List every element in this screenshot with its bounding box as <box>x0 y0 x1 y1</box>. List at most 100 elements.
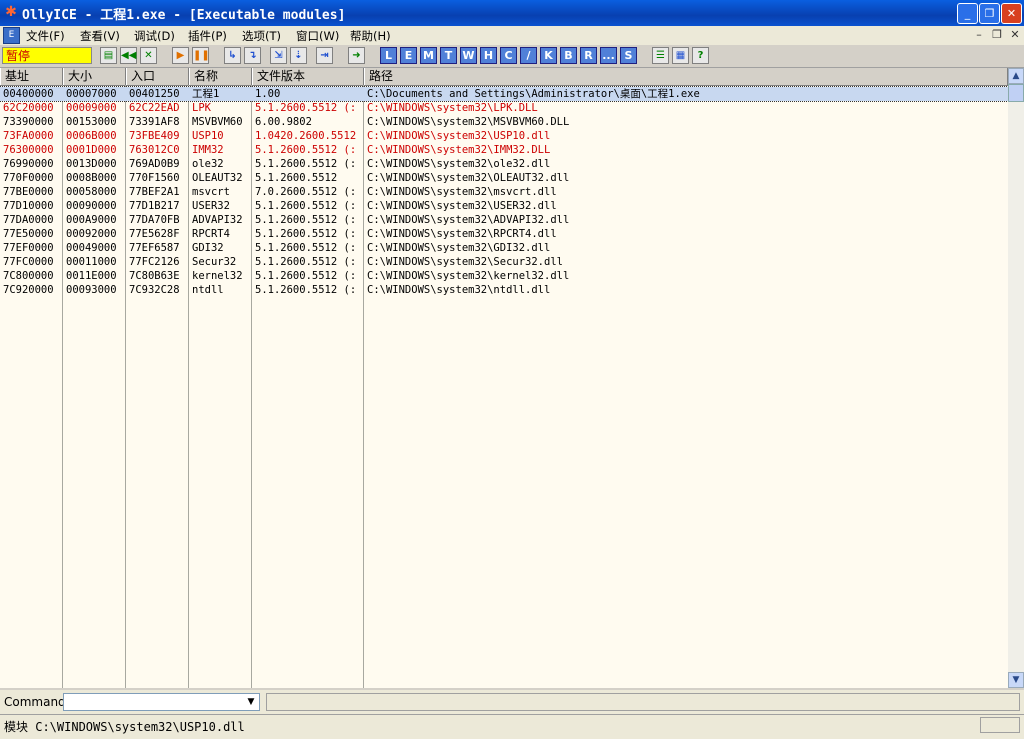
cell-name: USER32 <box>192 200 230 212</box>
menu-debug[interactable]: 调试(D) <box>134 28 175 44</box>
open-file-icon[interactable]: ▤ <box>100 47 117 64</box>
cell-name: MSVBVM60 <box>192 116 243 128</box>
module-row[interactable]: 77E50000 00092000 77E5628F RPCRT4 5.1.2600.5… <box>0 227 1008 241</box>
column-header-name[interactable]: 名称 <box>189 68 252 85</box>
menu-options[interactable]: 选项(T) <box>242 28 281 44</box>
module-row[interactable]: 77DA0000 000A9000 77DA70FB ADVAPI32 5.1.2600… <box>0 213 1008 227</box>
pause-icon[interactable]: ❚❚ <box>192 47 210 64</box>
handles-window-button[interactable]: H <box>480 47 497 64</box>
cell-name: ADVAPI32 <box>192 214 243 226</box>
modules-window-button[interactable]: E <box>400 47 417 64</box>
cell-size: 0008B000 <box>66 172 117 184</box>
menu-file[interactable]: 文件(F) <box>26 28 65 44</box>
cell-path: C:\WINDOWS\system32\kernel32.dll <box>367 270 570 282</box>
cell-version: 5.1.2600.5512 (: <box>255 270 357 282</box>
cell-version: 5.1.2600.5512 <box>255 172 338 184</box>
cell-path: C:\WINDOWS\system32\ole32.dll <box>367 158 551 170</box>
scroll-thumb[interactable] <box>1008 84 1024 102</box>
cpu-window-button[interactable]: C <box>500 47 517 64</box>
cell-base: 62C20000 <box>3 102 54 114</box>
threads-window-button[interactable]: T <box>440 47 457 64</box>
run-icon[interactable]: ▶ <box>172 47 189 64</box>
module-row[interactable]: 76300000 0001D000 763012C0 IMM32 5.1.2600.55… <box>0 143 1008 157</box>
minimize-window-button[interactable]: _ <box>957 3 978 24</box>
scroll-down-icon[interactable]: ▼ <box>1008 672 1024 688</box>
cell-size: 00090000 <box>66 200 117 212</box>
cell-version: 5.1.2600.5512 (: <box>255 242 357 254</box>
debugger-state-indicator: 暂停 <box>2 47 92 64</box>
step-into-icon[interactable]: ↳ <box>224 47 241 64</box>
app-system-menu-icon[interactable]: E <box>3 27 20 44</box>
restart-icon[interactable]: ◀◀ <box>120 47 137 64</box>
modules-list[interactable]: 基址 大小 入口 名称 文件版本 路径 00400000 00007000 0040… <box>0 68 1009 688</box>
execute-till-return-icon[interactable]: ⇥ <box>316 47 333 64</box>
close-window-button[interactable]: ✕ <box>1001 3 1022 24</box>
cell-entry: 77E5628F <box>129 228 180 240</box>
vertical-scrollbar[interactable]: ▲ ▼ <box>1008 68 1024 688</box>
restore-window-button[interactable]: ❐ <box>979 3 1000 24</box>
module-row[interactable]: 73FA0000 0006B000 73FBE409 USP10 1.0420.2600… <box>0 129 1008 143</box>
memory-window-button[interactable]: M <box>420 47 437 64</box>
options-icon[interactable]: ▦ <box>672 47 689 64</box>
cell-name: RPCRT4 <box>192 228 230 240</box>
goto-user-code-icon[interactable]: ➜ <box>348 47 365 64</box>
cell-version: 5.1.2600.5512 (: <box>255 256 357 268</box>
module-row[interactable]: 7C920000 00093000 7C932C28 ntdll 5.1.2600.55… <box>0 283 1008 297</box>
module-row[interactable]: 73390000 00153000 73391AF8 MSVBVM60 6.00.980… <box>0 115 1008 129</box>
scroll-up-icon[interactable]: ▲ <box>1008 68 1024 84</box>
cell-name: LPK <box>192 102 211 114</box>
column-header-size[interactable]: 大小 <box>63 68 126 85</box>
run-trace-window-button[interactable]: ... <box>600 47 617 64</box>
windows-window-button[interactable]: W <box>460 47 477 64</box>
menu-help[interactable]: 帮助(H) <box>350 28 391 44</box>
list-header: 基址 大小 入口 名称 文件版本 路径 <box>0 68 1008 86</box>
module-row[interactable]: 62C20000 00009000 62C22EAD LPK 5.1.2600.5512… <box>0 101 1008 115</box>
help-icon[interactable]: ? <box>692 47 709 64</box>
log-window-button[interactable]: L <box>380 47 397 64</box>
cell-size: 00049000 <box>66 242 117 254</box>
column-header-base[interactable]: 基址 <box>0 68 63 85</box>
column-header-version[interactable]: 文件版本 <box>252 68 364 85</box>
column-header-entry[interactable]: 入口 <box>126 68 189 85</box>
cell-path: C:\WINDOWS\system32\MSVBVM60.DLL <box>367 116 570 128</box>
command-input[interactable] <box>63 693 260 711</box>
cell-name: kernel32 <box>192 270 243 282</box>
module-row[interactable]: 77FC0000 00011000 77FC2126 Secur32 5.1.2600.… <box>0 255 1008 269</box>
cell-size: 00092000 <box>66 228 117 240</box>
step-over-icon[interactable]: ↴ <box>244 47 261 64</box>
close-program-icon[interactable]: ✕ <box>140 47 157 64</box>
cell-version: 5.1.2600.5512 (: <box>255 214 357 226</box>
trace-into-icon[interactable]: ⇲ <box>270 47 287 64</box>
call-stack-window-button[interactable]: K <box>540 47 557 64</box>
cell-version: 5.1.2600.5512 (: <box>255 200 357 212</box>
cell-entry: 77BEF2A1 <box>129 186 180 198</box>
module-row[interactable]: 77EF0000 00049000 77EF6587 GDI32 5.1.2600.55… <box>0 241 1008 255</box>
references-window-button[interactable]: R <box>580 47 597 64</box>
module-row[interactable]: 76990000 0013D000 769AD0B9 ole32 5.1.2600.55… <box>0 157 1008 171</box>
module-row[interactable]: 77D10000 00090000 77D1B217 USER32 5.1.2600.5… <box>0 199 1008 213</box>
cell-name: msvcrt <box>192 186 230 198</box>
cell-path: C:\WINDOWS\system32\OLEAUT32.dll <box>367 172 570 184</box>
patches-window-button[interactable]: / <box>520 47 537 64</box>
source-window-button[interactable]: S <box>620 47 637 64</box>
chevron-down-icon[interactable]: ▼ <box>243 694 259 710</box>
mdi-close-button[interactable]: ✕ <box>1008 28 1022 42</box>
ollydbg-bug-icon[interactable]: ✱ <box>3 4 19 20</box>
mdi-restore-button[interactable]: ❐ <box>990 28 1004 42</box>
module-row[interactable]: 770F0000 0008B000 770F1560 OLEAUT32 5.1.2600… <box>0 171 1008 185</box>
column-header-path[interactable]: 路径 <box>364 68 1008 85</box>
cell-entry: 73FBE409 <box>129 130 180 142</box>
menu-view[interactable]: 查看(V) <box>80 28 120 44</box>
menu-window[interactable]: 窗口(W) <box>296 28 339 44</box>
module-row[interactable]: 77BE0000 00058000 77BEF2A1 msvcrt 7.0.2600.5… <box>0 185 1008 199</box>
cell-size: 00093000 <box>66 284 117 296</box>
cell-path: C:\WINDOWS\system32\USER32.dll <box>367 200 557 212</box>
trace-over-icon[interactable]: ⇣ <box>290 47 307 64</box>
module-row[interactable]: 7C800000 0011E000 7C80B63E kernel32 5.1.2600… <box>0 269 1008 283</box>
mdi-minimize-button[interactable]: – <box>972 28 986 42</box>
module-row[interactable]: 00400000 00007000 00401250 工程1 1.00 C:\Docume… <box>0 86 1009 102</box>
cell-version: 1.00 <box>255 88 281 100</box>
breakpoints-window-button[interactable]: B <box>560 47 577 64</box>
menu-plugins[interactable]: 插件(P) <box>188 28 227 44</box>
list-icon[interactable]: ☰ <box>652 47 669 64</box>
